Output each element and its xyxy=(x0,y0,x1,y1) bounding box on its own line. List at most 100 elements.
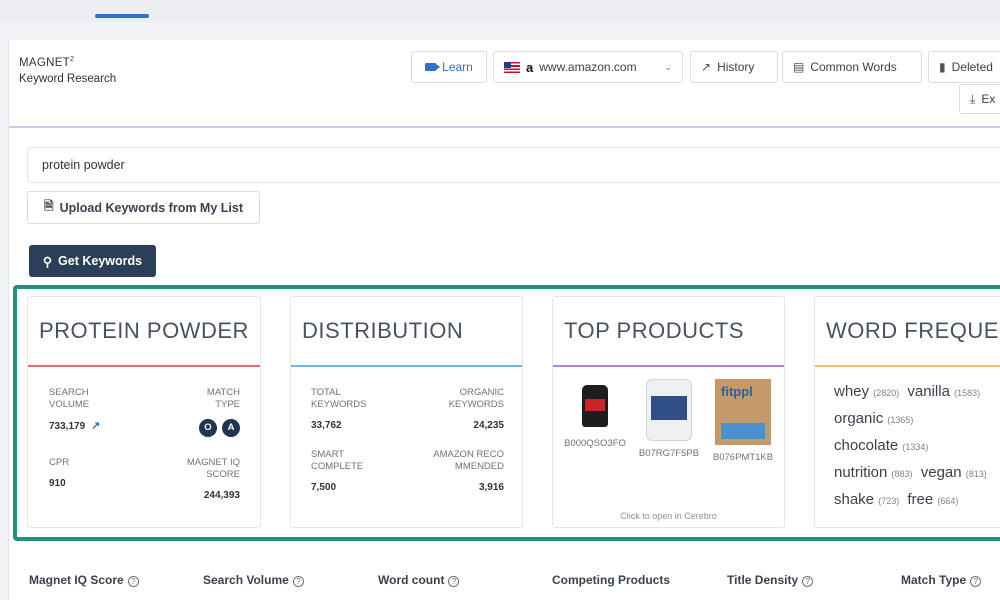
common-words-button[interactable]: ▤ Common Words xyxy=(782,51,922,83)
keyword-summary-card: PROTEIN POWDER SEARCH VOLUME 733,179 ↗ MA… xyxy=(27,296,261,528)
download-icon: ⤓ xyxy=(970,91,976,106)
filter-label-text: Title Density xyxy=(727,573,799,587)
product-item[interactable]: fitppl B076PMT1KB xyxy=(707,379,779,465)
cpr-value: 910 xyxy=(49,478,66,489)
word-count: (664) xyxy=(937,496,959,506)
product-item[interactable]: B07RG7F5PB xyxy=(633,379,705,461)
cerebro-link[interactable]: Click to open in Cerebro xyxy=(553,511,784,521)
total-keywords-label: TOTAL KEYWORDS xyxy=(311,387,367,410)
filter-iq-score[interactable]: Magnet IQ Score? xyxy=(29,573,139,587)
iq-score-metric: MAGNET IQ SCORE 244,393 xyxy=(170,457,240,502)
search-volume-value: 733,179 xyxy=(49,421,86,432)
upload-label: Upload Keywords from My List xyxy=(59,200,243,215)
amazon-icon: a xyxy=(526,59,534,75)
upload-keywords-button[interactable]: 🗎 Upload Keywords from My List xyxy=(27,191,260,224)
word-text: organic xyxy=(834,410,884,427)
keyword-card-title: PROTEIN POWDER xyxy=(28,297,260,367)
search-value: protein powder xyxy=(42,158,125,172)
bookmark-icon: ▮ xyxy=(939,60,946,74)
book-icon: ▤ xyxy=(793,60,805,74)
word-text: nutrition xyxy=(834,464,888,481)
word-item: whey (2820) xyxy=(834,383,899,400)
get-keywords-button[interactable]: ⚲ Get Keywords xyxy=(29,245,156,277)
filter-title-density[interactable]: Title Density? xyxy=(727,573,814,587)
word-count: (883) xyxy=(891,469,913,479)
top-products-card: TOP PRODUCTS B000QSO3FO B07RG7F5PB fitpp… xyxy=(552,296,785,528)
export-button[interactable]: ⤓ Ex xyxy=(959,84,1000,114)
marketplace-label: www.amazon.com xyxy=(539,60,637,74)
word-count: (1334) xyxy=(902,442,929,452)
help-icon[interactable]: ? xyxy=(802,576,814,587)
word-text: chocolate xyxy=(834,437,899,454)
active-tab-indicator xyxy=(95,14,149,18)
help-icon[interactable]: ? xyxy=(970,576,982,587)
smart-complete-value: 7,500 xyxy=(311,482,337,493)
learn-button[interactable]: Learn xyxy=(411,51,487,83)
total-keywords-metric: TOTAL KEYWORDS 33,762 xyxy=(311,387,391,432)
trend-chart-icon[interactable]: ↗ xyxy=(91,420,100,432)
get-keywords-label: Get Keywords xyxy=(58,254,143,268)
export-label: Ex xyxy=(981,92,996,106)
organic-keywords-value: 24,235 xyxy=(473,420,504,431)
match-type-label: MATCH TYPE xyxy=(206,387,240,410)
help-icon[interactable]: ? xyxy=(127,576,139,587)
line-chart-icon: ↗ xyxy=(701,60,712,74)
search-volume-metric: SEARCH VOLUME 733,179 ↗ xyxy=(49,387,129,433)
word-text: vanilla xyxy=(907,383,950,400)
search-volume-label: SEARCH VOLUME xyxy=(49,387,90,410)
word-count: (813) xyxy=(965,469,987,479)
word-text: free xyxy=(907,491,934,508)
keyword-research-panel: MAGNET2 Keyword Research Learn a www.ama… xyxy=(8,40,1000,600)
history-button[interactable]: ↗ History xyxy=(690,51,778,83)
cpr-label: CPR xyxy=(49,457,70,468)
filter-label-text: Search Volume xyxy=(203,573,289,587)
word-item: shake (723) xyxy=(834,491,899,508)
match-type-metric: MATCH TYPE O A xyxy=(180,387,240,437)
search-icon: ⚲ xyxy=(42,254,53,269)
keyword-search-input[interactable]: protein powder xyxy=(27,147,1000,183)
match-type-badge-a: A xyxy=(222,419,240,437)
top-tab-strip xyxy=(0,0,1000,22)
us-flag-icon xyxy=(504,61,520,73)
product-asin: B076PMT1KB xyxy=(712,452,774,463)
brand-block: MAGNET2 Keyword Research xyxy=(19,52,116,87)
distribution-card-title: DISTRIBUTION xyxy=(291,297,522,367)
help-icon[interactable]: ? xyxy=(448,576,460,587)
word-item: vegan (813) xyxy=(921,464,987,481)
header-divider xyxy=(9,126,1000,128)
brand-subtitle: Keyword Research xyxy=(19,72,117,85)
deleted-button[interactable]: ▮ Deleted xyxy=(928,51,1000,83)
learn-label: Learn xyxy=(442,60,473,74)
smart-complete-label: SMART COMPLETE xyxy=(311,449,364,472)
filter-label-text: Match Type xyxy=(901,573,967,587)
help-icon[interactable]: ? xyxy=(292,576,304,587)
word-item: chocolate (1334) xyxy=(834,437,928,454)
word-item: organic (1365) xyxy=(834,410,913,427)
filter-word-count[interactable]: Word count? xyxy=(378,573,460,587)
word-item: nutrition (883) xyxy=(834,464,913,481)
word-item: vanilla (1583) xyxy=(907,383,980,400)
amazon-recommended-label: AMAZON RECOMMENDED xyxy=(433,449,504,472)
product-item[interactable]: B000QSO3FO xyxy=(559,379,631,451)
word-count: (723) xyxy=(878,496,900,506)
word-text: shake xyxy=(834,491,875,508)
product-logo-text: fitppl xyxy=(721,384,753,399)
amazon-recommended-metric: AMAZON RECOMMENDED 3,916 xyxy=(430,449,504,494)
cpr-metric: CPR 910 xyxy=(49,457,119,490)
filter-label-text: Word count xyxy=(378,573,445,587)
word-count: (1583) xyxy=(954,388,981,398)
filter-competing-products[interactable]: Competing Products xyxy=(552,573,670,587)
filter-match-type[interactable]: Match Type? xyxy=(901,573,982,587)
brand-title: MAGNET xyxy=(19,56,70,69)
filter-label-text: Magnet IQ Score xyxy=(29,573,124,587)
smart-complete-metric: SMART COMPLETE 7,500 xyxy=(311,449,381,494)
iq-score-value: 244,393 xyxy=(203,490,240,501)
common-words-label: Common Words xyxy=(810,60,897,74)
word-frequency-list: whey (2820) vanilla (1583) organic (1365… xyxy=(834,379,1000,514)
word-item: free (664) xyxy=(907,491,958,508)
organic-keywords-metric: ORGANIC KEYWORDS 24,235 xyxy=(424,387,504,432)
product-image: fitppl xyxy=(715,379,771,445)
match-type-badge-o: O xyxy=(199,419,217,437)
filter-search-volume[interactable]: Search Volume? xyxy=(203,573,304,587)
marketplace-select[interactable]: a www.amazon.com ⌄ xyxy=(493,51,683,83)
